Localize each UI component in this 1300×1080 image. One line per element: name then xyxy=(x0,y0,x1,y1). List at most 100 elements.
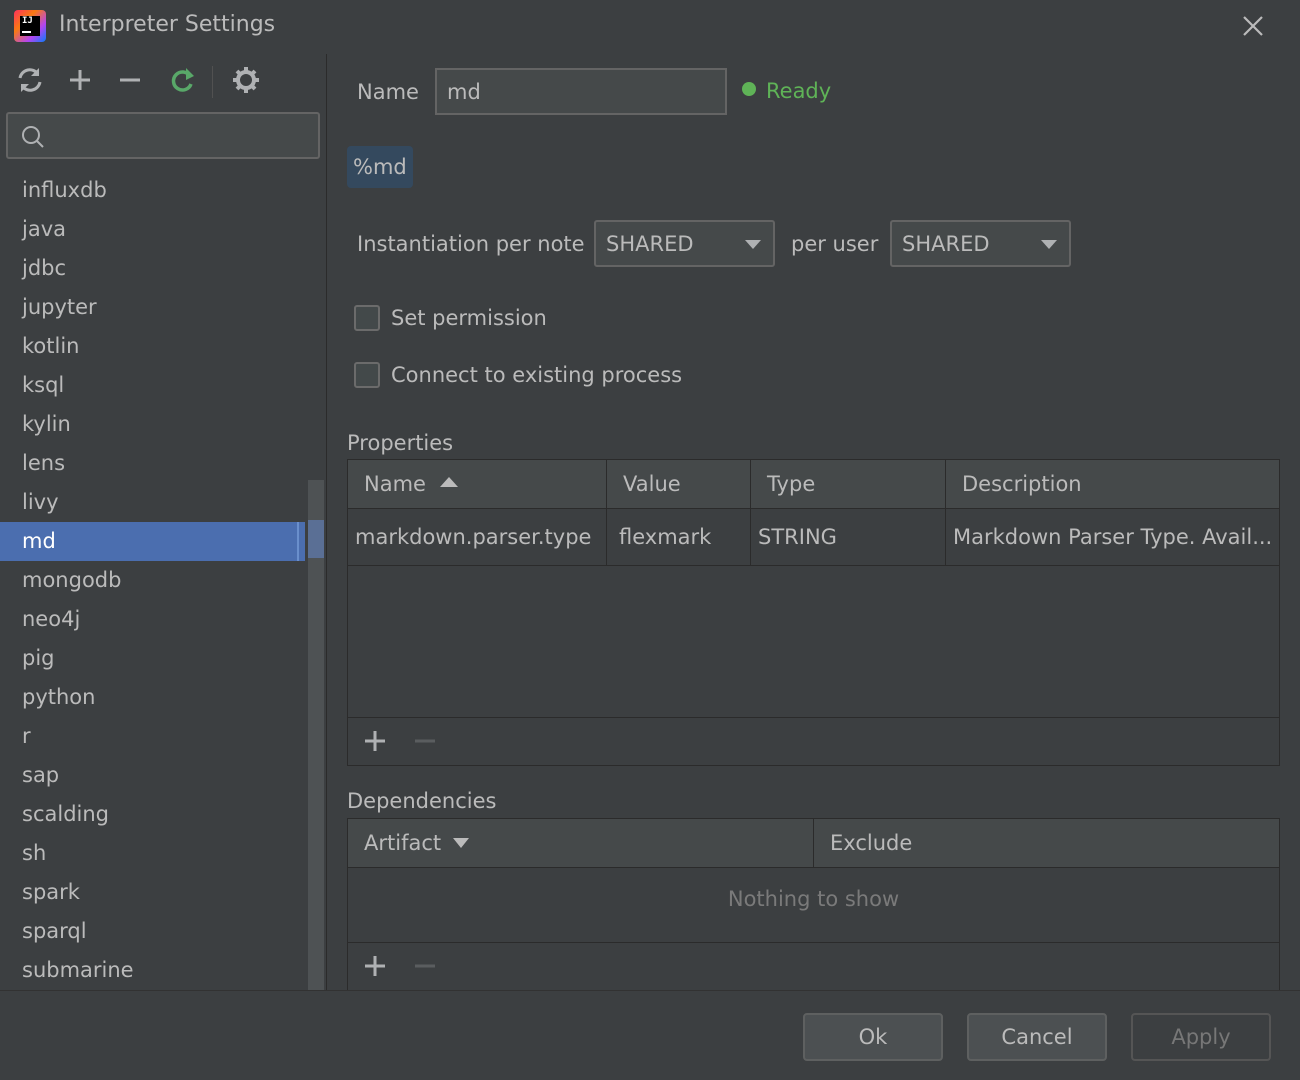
name-label: Name xyxy=(357,80,419,104)
instantiation-per-note-select[interactable]: SHARED xyxy=(594,220,775,267)
list-item[interactable]: sh xyxy=(0,834,305,873)
cell-name[interactable]: markdown.parser.type xyxy=(348,509,607,566)
list-item[interactable]: kotlin xyxy=(0,327,305,366)
properties-title: Properties xyxy=(347,431,454,455)
table-row[interactable]: markdown.parser.type flexmark STRING Mar… xyxy=(348,509,1279,566)
connect-existing-process-label: Connect to existing process xyxy=(391,363,683,387)
dependencies-footer xyxy=(348,942,1279,990)
settings-icon xyxy=(233,67,259,93)
column-header-name[interactable]: Name xyxy=(348,460,607,509)
list-item[interactable]: kylin xyxy=(0,405,305,444)
apply-button[interactable]: Apply xyxy=(1131,1013,1271,1061)
cell-type[interactable]: STRING xyxy=(751,509,946,566)
column-header-artifact[interactable]: Artifact xyxy=(348,819,814,868)
interpreter-list: influxdb java jdbc jupyter kotlin ksql kylin le… xyxy=(0,171,305,990)
interpreter-tag: %md xyxy=(347,146,413,188)
list-item[interactable]: md xyxy=(0,522,305,561)
list-item[interactable]: sparql xyxy=(0,912,305,951)
cell-description[interactable]: Markdown Parser Type. Avail... xyxy=(946,509,1279,566)
search-input[interactable] xyxy=(54,120,309,152)
empty-state-text: Nothing to show xyxy=(727,887,900,911)
column-header-exclude[interactable]: Exclude xyxy=(814,819,1279,868)
interpreter-details-panel: Name Ready %md Instantiation per note SH… xyxy=(327,54,1300,990)
dependencies-header: Artifact Exclude xyxy=(348,819,1279,868)
set-permission-label: Set permission xyxy=(391,306,547,330)
refresh-button[interactable] xyxy=(12,62,48,98)
intellij-app-icon: IJ xyxy=(14,10,46,42)
window-title: Interpreter Settings xyxy=(59,12,276,37)
set-permission-checkbox[interactable] xyxy=(354,305,380,331)
list-item[interactable]: neo4j xyxy=(0,600,305,639)
properties-header: Name Value Type Description xyxy=(348,460,1279,509)
toolbar-separator xyxy=(212,66,213,98)
column-header-value[interactable]: Value xyxy=(607,460,751,509)
list-item[interactable]: python xyxy=(0,678,305,717)
interpreter-list-panel: influxdb java jdbc jupyter kotlin ksql kylin le… xyxy=(0,54,326,990)
add-icon xyxy=(365,731,385,751)
settings-button[interactable] xyxy=(228,62,264,98)
close-icon xyxy=(1243,16,1263,36)
list-item[interactable]: livy xyxy=(0,483,305,522)
refresh-icon xyxy=(18,68,42,92)
list-toolbar xyxy=(0,54,326,108)
connect-existing-process-checkbox[interactable] xyxy=(354,362,380,388)
per-user-select[interactable]: SHARED xyxy=(890,220,1071,267)
list-item[interactable]: jupyter xyxy=(0,288,305,327)
search-icon xyxy=(22,126,44,148)
dependencies-title: Dependencies xyxy=(347,789,497,813)
properties-table: Name Value Type Description markdown.par… xyxy=(347,459,1280,766)
list-item[interactable]: spark xyxy=(0,873,305,912)
list-item[interactable]: influxdb xyxy=(0,171,305,210)
chevron-down-icon xyxy=(745,240,761,249)
restart-interpreter-button[interactable] xyxy=(164,62,200,98)
dialog-button-bar: Ok Cancel Apply xyxy=(0,990,1300,1080)
dependencies-table: Artifact Exclude Nothing to show xyxy=(347,818,1280,990)
list-item[interactable]: r xyxy=(0,717,305,756)
list-item[interactable]: scalding xyxy=(0,795,305,834)
column-type-label: Type xyxy=(767,472,816,496)
close-button[interactable] xyxy=(1236,10,1270,44)
add-interpreter-button[interactable] xyxy=(62,62,98,98)
list-item[interactable]: lens xyxy=(0,444,305,483)
ok-button[interactable]: Ok xyxy=(803,1013,943,1061)
remove-icon xyxy=(415,739,435,743)
instantiation-value: SHARED xyxy=(606,232,694,256)
restart-icon xyxy=(171,68,194,92)
search-box[interactable] xyxy=(6,112,320,159)
instantiation-label: Instantiation per note xyxy=(357,232,585,256)
title-bar: IJ Interpreter Settings xyxy=(0,0,1300,54)
add-dependency-button[interactable] xyxy=(364,955,386,977)
sort-ascending-icon xyxy=(439,477,458,487)
list-item[interactable]: java xyxy=(0,210,305,249)
per-user-label: per user xyxy=(791,232,879,256)
remove-icon xyxy=(120,78,140,82)
remove-interpreter-button[interactable] xyxy=(112,62,148,98)
list-item[interactable]: submarine xyxy=(0,951,305,990)
status-indicator: Ready xyxy=(742,79,831,103)
column-value-label: Value xyxy=(623,472,681,496)
remove-property-button[interactable] xyxy=(414,730,436,752)
name-input[interactable] xyxy=(435,68,727,115)
list-item[interactable]: sap xyxy=(0,756,305,795)
list-item[interactable]: jdbc xyxy=(0,249,305,288)
per-user-value: SHARED xyxy=(902,232,990,256)
cell-value[interactable]: flexmark xyxy=(607,509,751,566)
list-item[interactable]: mongodb xyxy=(0,561,305,600)
list-scrollbar-thumb[interactable] xyxy=(308,520,324,558)
column-header-description[interactable]: Description xyxy=(946,460,1279,509)
column-artifact-label: Artifact xyxy=(364,831,442,855)
list-item[interactable]: ksql xyxy=(0,366,305,405)
add-property-button[interactable] xyxy=(364,730,386,752)
remove-dependency-button[interactable] xyxy=(414,955,436,977)
cancel-button[interactable]: Cancel xyxy=(967,1013,1107,1061)
sort-descending-icon xyxy=(453,838,470,848)
status-text: Ready xyxy=(766,79,832,103)
column-exclude-label: Exclude xyxy=(830,831,913,855)
list-item[interactable]: pig xyxy=(0,639,305,678)
properties-footer xyxy=(348,717,1279,765)
column-header-type[interactable]: Type xyxy=(751,460,946,509)
add-icon xyxy=(70,70,90,90)
column-name-label: Name xyxy=(364,472,426,496)
remove-icon xyxy=(415,964,435,968)
chevron-down-icon xyxy=(1041,240,1057,249)
